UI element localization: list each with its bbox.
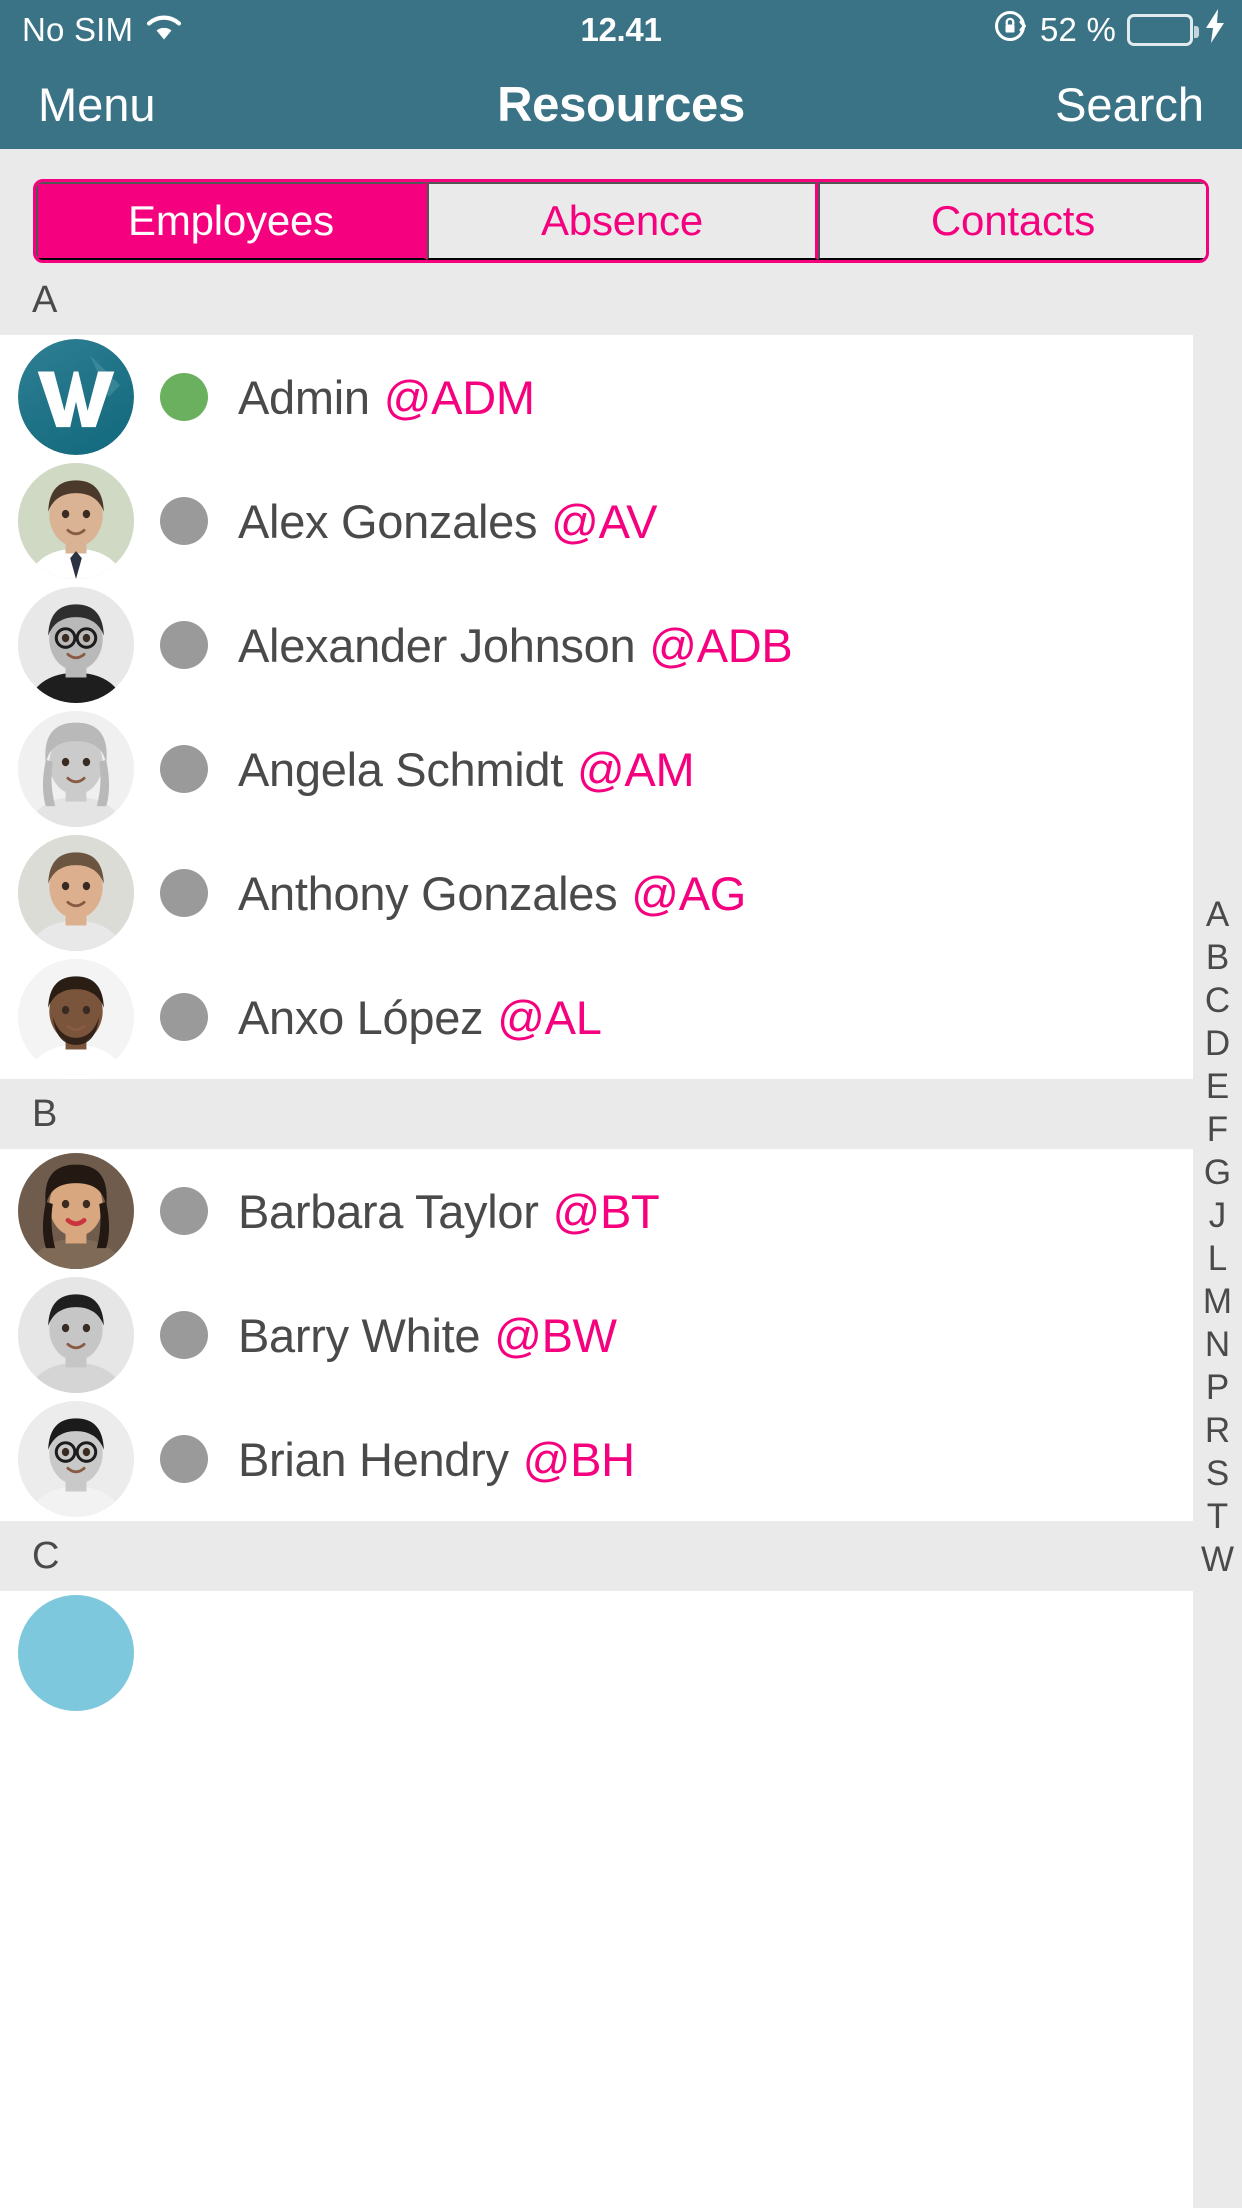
- list-item-handle: @AG: [631, 866, 746, 920]
- list-item-label: Anxo López @AL: [238, 990, 602, 1045]
- list-item[interactable]: Anthony Gonzales @AG: [0, 831, 1193, 955]
- list-item-name: Alex Gonzales: [238, 494, 538, 548]
- list-item[interactable]: Brian Hendry @BH: [0, 1397, 1193, 1521]
- status-dot-offline: [160, 869, 208, 917]
- list-item-handle: @BW: [494, 1308, 617, 1362]
- list-item-label: Barbara Taylor @BT: [238, 1184, 660, 1239]
- photo-avatar-woman-blonde: [18, 711, 134, 827]
- segmented-control-container: Employees Absence Contacts: [0, 149, 1242, 265]
- photo-avatar-man-beard: [18, 959, 134, 1075]
- list-item-label: Alexander Johnson @ADB: [238, 618, 793, 673]
- status-dot-offline: [160, 993, 208, 1041]
- page-title: Resources: [497, 77, 745, 132]
- segment-tab-absence[interactable]: Absence: [427, 182, 818, 260]
- list-item-label: Brian Hendry @BH: [238, 1432, 635, 1487]
- index-letter-f[interactable]: F: [1193, 1108, 1242, 1151]
- photo-avatar-partial-blue: [18, 1595, 134, 1711]
- status-bar: No SIM 12.41 52 %: [0, 0, 1242, 60]
- status-dot-offline: [160, 1311, 208, 1359]
- carrier-label: No SIM: [22, 11, 134, 48]
- list-item-name: Alexander Johnson: [238, 618, 636, 672]
- photo-avatar-man-suit: [18, 463, 134, 579]
- status-dot-offline: [160, 621, 208, 669]
- wifi-icon: [146, 11, 182, 49]
- list-item-handle: @BT: [552, 1184, 660, 1238]
- photo-avatar-woman-dark-hair: [18, 1153, 134, 1269]
- list-item-label: Anthony Gonzales @AG: [238, 866, 746, 921]
- status-dot-offline: [160, 497, 208, 545]
- list-item-name: Barbara Taylor: [238, 1184, 539, 1238]
- list-item[interactable]: [0, 1591, 1193, 1715]
- section-header-c: C: [0, 1521, 1193, 1591]
- segment-tab-employees[interactable]: Employees: [36, 182, 427, 260]
- index-letter-j[interactable]: J: [1193, 1194, 1242, 1237]
- photo-avatar-man-smiling: [18, 835, 134, 951]
- photo-avatar-man-dark-glasses: [18, 1401, 134, 1517]
- segmented-control[interactable]: Employees Absence Contacts: [33, 179, 1209, 263]
- clock-label: 12.41: [580, 11, 662, 48]
- battery-icon: [1127, 14, 1199, 46]
- list-item-name: Barry White: [238, 1308, 481, 1362]
- index-letter-b[interactable]: B: [1193, 936, 1242, 979]
- list-item[interactable]: Angela Schmidt @AM: [0, 707, 1193, 831]
- index-letter-n[interactable]: N: [1193, 1323, 1242, 1366]
- list-item-name: Anthony Gonzales: [238, 866, 618, 920]
- list-item-handle: @ADM: [383, 370, 535, 424]
- index-letter-m[interactable]: M: [1193, 1280, 1242, 1323]
- list-item-label: Alex Gonzales @AV: [238, 494, 657, 549]
- status-bar-right: 52 %: [822, 7, 1242, 53]
- list-item[interactable]: Alexander Johnson @ADB: [0, 583, 1193, 707]
- alphabet-index-strip[interactable]: ABCDEFGJLMNPRSTW: [1193, 265, 1242, 2208]
- list-item[interactable]: Alex Gonzales @AV: [0, 459, 1193, 583]
- status-bar-left: No SIM: [0, 11, 420, 49]
- index-letter-l[interactable]: L: [1193, 1237, 1242, 1280]
- index-letter-t[interactable]: T: [1193, 1495, 1242, 1538]
- segment-tab-contacts[interactable]: Contacts: [818, 182, 1206, 260]
- status-dot-online: [160, 373, 208, 421]
- index-letter-w[interactable]: W: [1193, 1538, 1242, 1581]
- list-item-label: Admin @ADM: [238, 370, 535, 425]
- status-dot-offline: [160, 1187, 208, 1235]
- photo-avatar-man-curly: [18, 1277, 134, 1393]
- rotation-lock-icon: [991, 7, 1029, 53]
- index-letter-d[interactable]: D: [1193, 1022, 1242, 1065]
- list-item[interactable]: Admin @ADM: [0, 335, 1193, 459]
- list-item-handle: @AM: [576, 742, 695, 796]
- lightning-bolt-icon: [1202, 8, 1228, 52]
- list-item-handle: @AV: [551, 494, 658, 548]
- list-item-label: Angela Schmidt @AM: [238, 742, 695, 797]
- search-button[interactable]: Search: [862, 77, 1242, 132]
- status-dot-offline: [160, 1435, 208, 1483]
- status-dot-offline: [160, 745, 208, 793]
- list-item-name: Brian Hendry: [238, 1432, 509, 1486]
- index-letter-a[interactable]: A: [1193, 893, 1242, 936]
- list-item-handle: @ADB: [649, 618, 793, 672]
- index-letter-e[interactable]: E: [1193, 1065, 1242, 1108]
- section-header-a: A: [0, 265, 1193, 335]
- photo-avatar-man-glasses: [18, 587, 134, 703]
- logo-w-avatar: [18, 339, 134, 455]
- index-letter-c[interactable]: C: [1193, 979, 1242, 1022]
- index-letter-g[interactable]: G: [1193, 1151, 1242, 1194]
- list-item-handle: @BH: [522, 1432, 635, 1486]
- list-item[interactable]: Barry White @BW: [0, 1273, 1193, 1397]
- index-letter-s[interactable]: S: [1193, 1452, 1242, 1495]
- menu-button[interactable]: Menu: [0, 77, 380, 132]
- employee-list[interactable]: A Admin @ADM Alex Gonzales @AV Alexander John…: [0, 265, 1193, 2208]
- list-item-name: Anxo López: [238, 990, 484, 1044]
- list-item-name: Admin: [238, 370, 370, 424]
- list-item-name: Angela Schmidt: [238, 742, 563, 796]
- navigation-bar: Menu Resources Search: [0, 60, 1242, 149]
- list-item-label: Barry White @BW: [238, 1308, 617, 1363]
- app-screen: No SIM 12.41 52 % Menu Resources Search …: [0, 0, 1242, 2208]
- index-letter-p[interactable]: P: [1193, 1366, 1242, 1409]
- section-header-b: B: [0, 1079, 1193, 1149]
- list-item[interactable]: Anxo López @AL: [0, 955, 1193, 1079]
- list-item-handle: @AL: [497, 990, 602, 1044]
- list-item[interactable]: Barbara Taylor @BT: [0, 1149, 1193, 1273]
- battery-percent-label: 52 %: [1039, 11, 1116, 48]
- index-letter-r[interactable]: R: [1193, 1409, 1242, 1452]
